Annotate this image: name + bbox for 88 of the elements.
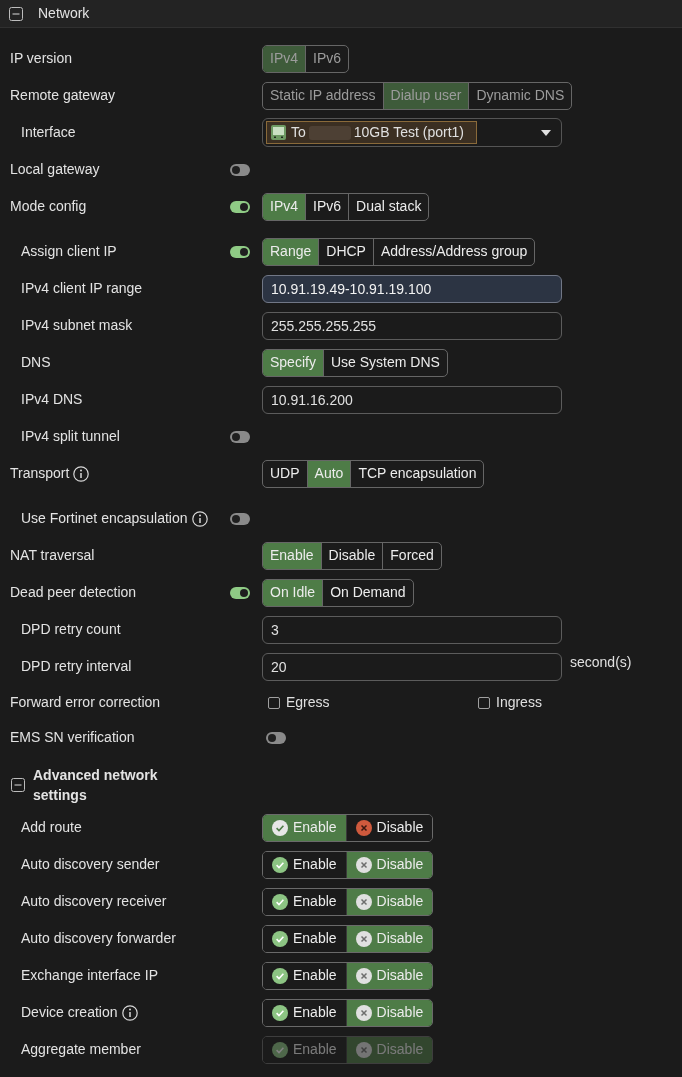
toggle-switch[interactable]	[230, 200, 250, 213]
x-circle-icon	[355, 856, 372, 873]
field-label: NAT traversal	[10, 546, 95, 565]
disable-button[interactable]: Disable	[345, 925, 433, 952]
check-circle-icon	[272, 819, 288, 836]
collapse-icon[interactable]	[11, 778, 25, 792]
toggle-switch[interactable]	[266, 731, 286, 744]
segment-button[interactable]: UDP	[263, 460, 307, 487]
field-label: DPD retry interval	[21, 657, 132, 676]
segment-button[interactable]: Disable	[320, 542, 383, 569]
enable-button[interactable]: Enable	[263, 814, 346, 841]
x-circle-icon	[355, 819, 372, 836]
monitor-icon	[271, 125, 286, 140]
field-label: DNS	[21, 353, 51, 372]
disable-button[interactable]: Disable	[345, 962, 433, 989]
check-circle-icon	[272, 930, 288, 947]
field-label: IP version	[10, 49, 72, 68]
field-label: Assign client IP	[21, 242, 117, 261]
segment-button[interactable]: Auto	[306, 460, 351, 487]
field-label: Device creation	[21, 1003, 118, 1022]
section-title: Network	[38, 4, 90, 23]
segment-button[interactable]: Use System DNS	[322, 349, 447, 376]
segment-button[interactable]: Address/Address group	[372, 238, 535, 265]
text-input[interactable]: 255.255.255.255	[262, 311, 562, 340]
checkbox[interactable]	[268, 696, 280, 709]
segment-button[interactable]: Range	[263, 238, 319, 265]
check-circle-icon	[272, 1004, 288, 1021]
text-input[interactable]: 10.91.19.49-10.91.19.100	[262, 274, 562, 303]
checkbox-label: Egress	[286, 693, 330, 712]
check-circle-icon	[272, 893, 288, 910]
check-circle-icon	[272, 856, 288, 873]
segment-button[interactable]: Forced	[382, 542, 441, 569]
segment-button[interactable]: IPv4	[263, 193, 305, 220]
disable-button[interactable]: Disable	[345, 888, 433, 915]
field-label: Interface	[21, 123, 76, 142]
field-label: Auto discovery forwarder	[21, 929, 176, 948]
check-circle-icon	[272, 1041, 288, 1058]
field-label: EMS SN verification	[10, 728, 135, 747]
x-circle-icon	[355, 930, 372, 947]
checkbox-label: Ingress	[496, 693, 542, 712]
segment-button[interactable]: On Demand	[322, 579, 413, 606]
field-label: Exchange interface IP	[21, 966, 158, 985]
x-circle-icon	[355, 893, 372, 910]
field-label: Auto discovery receiver	[21, 892, 167, 911]
unit-label: second(s)	[570, 653, 632, 672]
field-label: IPv4 split tunnel	[21, 427, 120, 446]
text-input[interactable]: 10.91.16.200	[262, 385, 562, 414]
field-label: Remote gateway	[10, 86, 116, 105]
toggle-switch[interactable]	[230, 586, 250, 599]
check-circle-icon	[272, 967, 288, 984]
disable-button[interactable]: Disable	[345, 999, 433, 1026]
segment-button[interactable]: Enable	[263, 542, 321, 569]
interface-name: To	[291, 123, 306, 142]
toggle-switch[interactable]	[230, 430, 250, 443]
x-circle-icon	[355, 967, 372, 984]
interface-name: 10GB Test (port1)	[353, 123, 465, 142]
x-circle-icon	[355, 1041, 372, 1058]
section-title: Advanced network settings	[33, 766, 159, 805]
field-label: DPD retry count	[21, 620, 121, 639]
toggle-switch[interactable]	[230, 163, 250, 176]
disable-button[interactable]: Disable	[345, 814, 433, 841]
segment-button[interactable]: Specify	[263, 349, 323, 376]
text-input[interactable]: 3	[262, 615, 562, 644]
field-label: Transport	[10, 464, 70, 483]
collapse-icon[interactable]	[9, 6, 23, 21]
field-label: Forward error correction	[10, 693, 161, 712]
field-label: IPv4 DNS	[21, 390, 83, 409]
segment-button[interactable]: On Idle	[263, 579, 323, 606]
field-label: Add route	[21, 818, 82, 837]
segment-button[interactable]: IPv6	[305, 193, 349, 220]
x-circle-icon	[355, 1004, 372, 1021]
caret-icon	[541, 129, 551, 136]
segment-button[interactable]: TCP encapsulation	[350, 460, 484, 487]
checkbox[interactable]	[478, 696, 490, 709]
text-input[interactable]: 20	[262, 652, 562, 681]
field-label: Auto discovery sender	[21, 855, 160, 874]
segment-button[interactable]: Dual stack	[348, 193, 429, 220]
field-label: Mode config	[10, 197, 87, 216]
field-label: IPv4 subnet mask	[21, 316, 133, 335]
toggle-switch[interactable]	[230, 512, 250, 525]
toggle-switch[interactable]	[230, 245, 250, 258]
field-label: Aggregate member	[21, 1040, 141, 1059]
segment-button[interactable]: DHCP	[318, 238, 373, 265]
field-label: Dead peer detection	[10, 583, 137, 602]
disable-button[interactable]: Disable	[345, 851, 433, 878]
field-label: Local gateway	[10, 160, 100, 179]
field-label: IPv4 client IP range	[21, 279, 143, 298]
field-label: Use Fortinet encapsulation	[21, 509, 188, 528]
